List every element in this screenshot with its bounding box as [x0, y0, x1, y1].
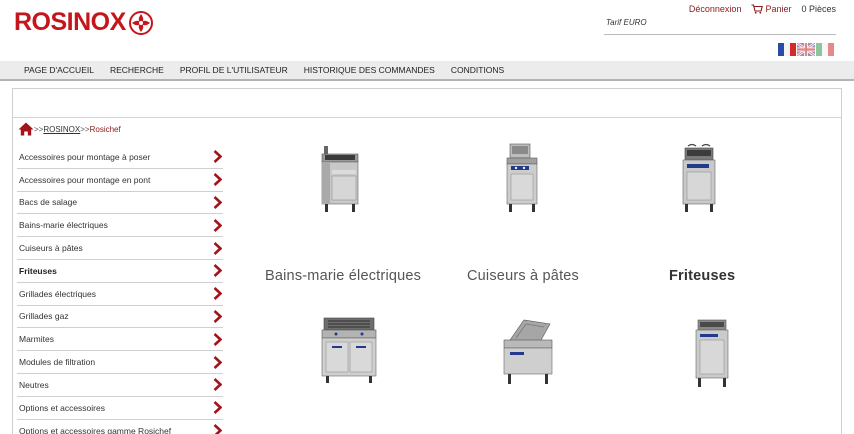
- sidebar-item-grillades-gaz[interactable]: Grillades gaz: [17, 306, 223, 329]
- nav-user-profile[interactable]: PROFIL DE L'UTILISATEUR: [180, 65, 288, 75]
- sidebar-item-label: Options et accessoires: [19, 402, 105, 413]
- nav-home[interactable]: PAGE D'ACCUEIL: [24, 65, 94, 75]
- header-divider: [604, 34, 836, 35]
- chevron-right-icon: [213, 196, 222, 209]
- cabinet-icon[interactable]: [692, 318, 732, 388]
- sidebar-item-label: Grillades gaz: [19, 311, 69, 322]
- sidebar-item-cuiseurs-pates[interactable]: Cuiseurs à pâtes: [17, 237, 223, 260]
- sidebar-item-label: Friteuses: [19, 265, 57, 276]
- grill-icon[interactable]: [320, 316, 378, 384]
- chevron-right-icon: [213, 241, 222, 255]
- braising-pan-icon[interactable]: [500, 318, 556, 386]
- sidebar-item-label: Bacs de salage: [19, 197, 78, 208]
- nav-conditions[interactable]: CONDITIONS: [451, 65, 504, 75]
- sidebar-item-label: Bains-marie électriques: [19, 220, 108, 231]
- sidebar-item-label: Cuiseurs à pâtes: [19, 243, 83, 254]
- content-divider: [12, 117, 842, 118]
- breadcrumb-separator: >>: [34, 124, 44, 134]
- sidebar-item-grillades-electriques[interactable]: Grillades électriques: [17, 283, 223, 306]
- flag-fr-icon[interactable]: [778, 43, 796, 56]
- sidebar-item-label: Accessoires pour montage à poser: [19, 151, 151, 162]
- sidebar-item-friteuses[interactable]: Friteuses: [17, 260, 223, 283]
- chevron-right-icon: [213, 264, 222, 278]
- chevron-right-icon: [213, 355, 222, 369]
- chevron-right-icon: [213, 287, 222, 301]
- brand-name: ROSINOX: [14, 8, 126, 36]
- language-selector: [778, 43, 834, 56]
- sidebar-item-label: Modules de filtration: [19, 357, 96, 368]
- chevron-right-icon: [213, 378, 222, 392]
- breadcrumb-current: Rosichef: [89, 124, 121, 134]
- product-label-bains-marie[interactable]: Bains-marie électriques: [265, 268, 421, 284]
- chevron-right-icon: [213, 218, 222, 232]
- sidebar-item-marmites[interactable]: Marmites: [17, 328, 223, 352]
- account-links: Déconnexion Panier 0 Pièces: [689, 4, 836, 14]
- breadcrumb: >> ROSINOX >> Rosichef: [18, 122, 121, 136]
- rosinox-flower-icon: [128, 10, 153, 35]
- sidebar-item-label: Accessoires pour montage en pont: [19, 174, 151, 185]
- sidebar-item-options-accessoires[interactable]: Options et accessoires: [17, 397, 223, 420]
- home-icon[interactable]: [18, 122, 34, 136]
- cart-link[interactable]: Panier: [751, 4, 791, 14]
- fryer-icon[interactable]: [678, 142, 720, 214]
- nav-search[interactable]: RECHERCHE: [110, 65, 164, 75]
- category-sidebar: Accessoires pour montage à poser Accesso…: [17, 146, 223, 434]
- cart-count: 0 Pièces: [801, 4, 836, 14]
- flag-it-icon[interactable]: [816, 43, 834, 56]
- sidebar-item-label: Marmites: [19, 334, 54, 345]
- sidebar-item-bacs-salage[interactable]: Bacs de salage: [17, 192, 223, 215]
- pasta-cooker-icon[interactable]: [502, 142, 542, 214]
- chevron-right-icon: [213, 173, 222, 187]
- logout-link[interactable]: Déconnexion: [689, 4, 742, 14]
- cart-label: Panier: [765, 4, 792, 14]
- main-navigation: PAGE D'ACCUEIL RECHERCHE PROFIL DE L'UTI…: [0, 61, 854, 81]
- sidebar-item-label: Options et accessoires gamme Rosichef: [19, 425, 172, 434]
- rosinox-logo[interactable]: ROSINOX: [14, 8, 153, 37]
- nav-order-history[interactable]: HISTORIQUE DES COMMANDES: [304, 65, 435, 75]
- price-list-label: Tarif EURO: [606, 18, 647, 27]
- sidebar-item-label: Grillades électriques: [19, 288, 97, 299]
- chevron-right-icon: [213, 310, 222, 323]
- breadcrumb-rosinox[interactable]: ROSINOX: [43, 125, 80, 134]
- product-label-friteuses[interactable]: Friteuses: [669, 268, 735, 284]
- cart-icon: [751, 4, 764, 14]
- sidebar-item-neutres[interactable]: Neutres: [17, 374, 223, 397]
- chevron-right-icon: [213, 424, 222, 434]
- product-label-cuiseurs-pates[interactable]: Cuiseurs à pâtes: [467, 268, 579, 284]
- chevron-right-icon: [213, 150, 222, 164]
- flag-uk-icon[interactable]: [797, 43, 815, 56]
- breadcrumb-separator: >>: [80, 124, 90, 134]
- sidebar-item-options-rosichef[interactable]: Options et accessoires gamme Rosichef: [17, 420, 223, 434]
- sidebar-item-bains-marie[interactable]: Bains-marie électriques: [17, 214, 223, 238]
- sidebar-item-modules-filtration[interactable]: Modules de filtration: [17, 351, 223, 374]
- sidebar-item-accessoires-pont[interactable]: Accessoires pour montage en pont: [17, 169, 223, 192]
- chevron-right-icon: [213, 401, 222, 415]
- bain-marie-icon[interactable]: [318, 142, 364, 214]
- sidebar-item-accessoires-poser[interactable]: Accessoires pour montage à poser: [17, 146, 223, 169]
- sidebar-item-label: Neutres: [19, 379, 49, 390]
- chevron-right-icon: [213, 332, 222, 346]
